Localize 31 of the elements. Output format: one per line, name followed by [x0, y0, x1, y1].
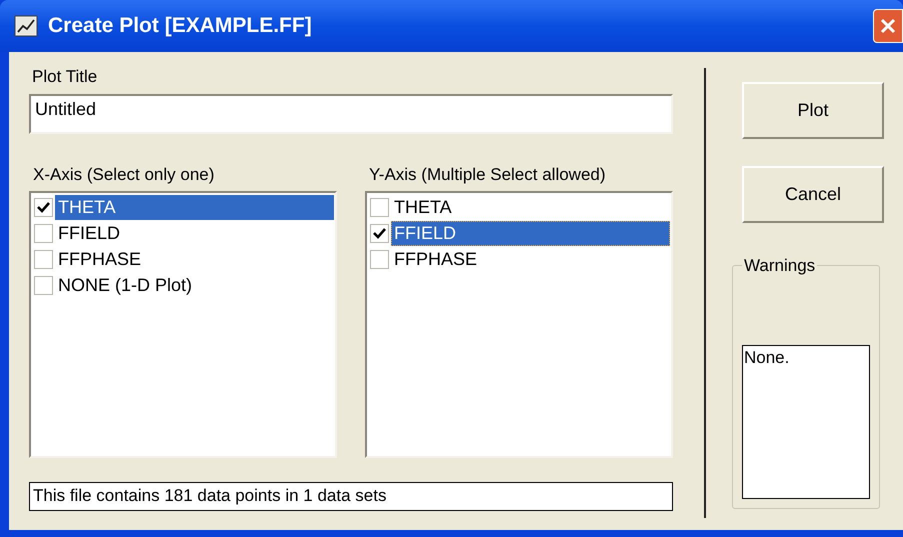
dialog-button[interactable]: Plot	[742, 82, 884, 139]
checkbox[interactable]	[34, 224, 53, 242]
close-icon	[880, 18, 896, 34]
checkbox-list[interactable]: THETA FFIELD FFPHASE NONE (1-D Plot)	[29, 191, 337, 458]
group-label: Warnings	[743, 255, 816, 277]
list-label: X-Axis (Select only one)	[33, 164, 216, 186]
chart-icon	[14, 15, 38, 37]
warnings-box: None.	[742, 344, 870, 498]
check-icon	[37, 202, 50, 212]
window-title: Create Plot [EXAMPLE.FF]	[48, 13, 312, 40]
list-item[interactable]: FFIELD	[55, 220, 334, 246]
close-button[interactable]	[873, 9, 903, 43]
checkbox[interactable]	[370, 198, 389, 216]
checkbox[interactable]	[34, 250, 53, 268]
status-field: This file contains 181 data points in 1 data sets	[29, 482, 673, 511]
dialog-button[interactable]: Cancel	[742, 166, 884, 223]
title-field[interactable]: Untitled	[29, 94, 673, 134]
checkbox[interactable]	[34, 276, 53, 294]
checkbox[interactable]	[370, 224, 389, 242]
checkbox[interactable]	[370, 250, 389, 268]
check-icon	[373, 228, 386, 238]
field-label: Plot Title	[32, 66, 98, 88]
list-item[interactable]: THETA	[55, 194, 334, 220]
list-item[interactable]: NONE (1-D Plot)	[55, 272, 334, 298]
list-item[interactable]: FFIELD	[391, 220, 670, 246]
list-item[interactable]: THETA	[391, 194, 670, 220]
checkbox-list[interactable]: THETA FFIELD FFPHASE	[365, 191, 673, 458]
list-item[interactable]: FFPHASE	[391, 246, 670, 272]
list-label: Y-Axis (Multiple Select allowed)	[369, 164, 607, 186]
list-item[interactable]: FFPHASE	[55, 246, 334, 272]
checkbox[interactable]	[34, 198, 53, 216]
